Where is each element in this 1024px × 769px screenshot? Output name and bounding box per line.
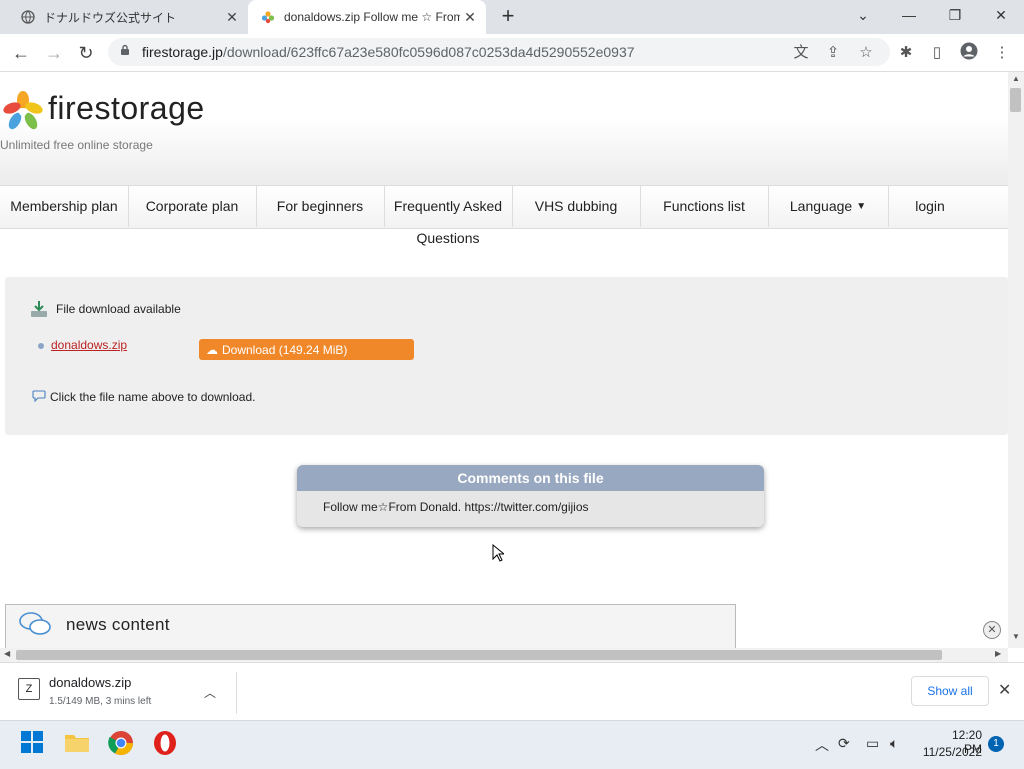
page-viewport: firestorage Unlimited free online storag…	[0, 72, 1008, 648]
cloud-download-icon: ☁	[206, 342, 218, 357]
nav-language-dropdown[interactable]: Language ▼	[768, 185, 889, 227]
url-text[interactable]: firestorage.jp/download/623ffc67a23e580f…	[142, 44, 635, 60]
comments-title: Comments on this file	[297, 465, 764, 491]
forward-icon[interactable]: →	[41, 40, 67, 66]
windows-start-icon[interactable]	[20, 730, 46, 756]
vertical-scroll-thumb[interactable]	[1010, 88, 1021, 112]
scroll-up-arrow-icon[interactable]: ▲	[1012, 74, 1020, 83]
tray-overflow-icon[interactable]: ︿	[815, 735, 829, 755]
site-tagline: Unlimited free online storage	[0, 138, 153, 152]
profile-icon[interactable]	[958, 42, 980, 64]
horizontal-scroll-thumb[interactable]	[16, 650, 942, 660]
new-tab-icon[interactable]: +	[496, 5, 520, 29]
close-window-icon[interactable]: ✕	[978, 0, 1024, 30]
side-panel-icon[interactable]: ▯	[926, 42, 948, 64]
back-icon[interactable]: ←	[8, 40, 34, 66]
tab-search-icon[interactable]: ⌄	[840, 0, 886, 30]
file-name-link[interactable]: donaldows.zip	[51, 338, 127, 352]
extensions-icon[interactable]: ✱	[895, 42, 917, 64]
chevron-down-icon: ▼	[856, 200, 867, 212]
scroll-down-arrow-icon[interactable]: ▼	[1012, 632, 1020, 641]
minimize-icon[interactable]: —	[886, 0, 932, 30]
news-title: news content	[66, 615, 170, 634]
site-header	[0, 72, 1008, 185]
chrome-icon[interactable]	[108, 730, 134, 756]
close-circle-icon[interactable]: ✕	[983, 621, 1001, 639]
site-logo-text[interactable]: firestorage	[48, 90, 205, 127]
network-icon[interactable]: ▭	[866, 735, 879, 752]
comments-body: Follow me☆From Donald. https://twitter.c…	[323, 500, 589, 514]
chat-bubbles-icon	[18, 610, 52, 638]
nav-faq[interactable]: Frequently Asked	[384, 185, 513, 227]
vertical-scrollbar[interactable]	[1008, 72, 1024, 648]
sync-icon[interactable]: ⟳	[838, 735, 850, 752]
tab-close-icon[interactable]: ✕	[460, 9, 480, 26]
notification-badge[interactable]: 1	[988, 736, 1004, 752]
tab-title: ドナルドウズ公式サイト	[44, 10, 177, 25]
show-all-button[interactable]: Show all	[911, 676, 989, 706]
comments-box: Comments on this file Follow me☆From Don…	[297, 465, 764, 527]
clock-date[interactable]: 11/25/2022	[918, 745, 982, 759]
globe-icon	[20, 9, 36, 25]
shelf-filename[interactable]: donaldows.zip	[49, 675, 131, 690]
translate-icon[interactable]: 文	[790, 42, 812, 64]
zip-file-icon[interactable]: Z	[18, 678, 40, 700]
download-status: File download available	[56, 302, 181, 316]
download-tray-icon	[30, 300, 48, 318]
download-shelf	[0, 662, 1024, 721]
download-panel	[5, 277, 1008, 435]
nav-corporate-plan[interactable]: Corporate plan	[128, 185, 257, 227]
share-icon[interactable]: ⇪	[822, 42, 844, 64]
tab-title: donaldows.zip Follow me ☆ From	[284, 10, 460, 24]
shelf-download-status: 1.5/149 MB, 3 mins left	[49, 696, 152, 707]
reload-icon[interactable]: ↻	[73, 40, 99, 66]
tab-firestorage[interactable]: donaldows.zip Follow me ☆ From ✕	[248, 0, 486, 34]
url-path: /download/623ffc67a23e580fc0596d087c0253…	[222, 44, 635, 60]
download-button[interactable]: ☁ Download (149.24 MiB)	[199, 339, 414, 360]
speech-bubble-icon	[32, 390, 46, 403]
close-shelf-icon[interactable]: ✕	[998, 680, 1011, 700]
nav-login[interactable]: login	[888, 185, 972, 227]
bookmark-star-icon[interactable]: ☆	[855, 42, 877, 64]
nav-membership-plan[interactable]: Membership plan	[0, 185, 129, 227]
scroll-right-arrow-icon[interactable]: ▶	[995, 649, 1001, 658]
chevron-up-icon[interactable]: ︿	[204, 684, 216, 701]
nav-language-label: Language	[789, 198, 853, 214]
firestorage-logo-icon[interactable]	[2, 90, 44, 132]
nav-functions-list[interactable]: Functions list	[640, 185, 769, 227]
download-button-label: Download (149.24 MiB)	[222, 342, 348, 357]
nav-faq-line2[interactable]: Questions	[384, 230, 512, 246]
nav-for-beginners[interactable]: For beginners	[256, 185, 385, 227]
file-explorer-icon[interactable]	[64, 730, 90, 756]
url-host: firestorage.jp	[142, 44, 223, 60]
tab-close-icon[interactable]: ✕	[222, 9, 242, 26]
firestorage-favicon	[260, 9, 276, 25]
mouse-cursor-icon	[492, 543, 506, 565]
restore-icon[interactable]: ❐	[932, 0, 978, 30]
tab-official-site[interactable]: ドナルドウズ公式サイト ✕	[8, 0, 248, 34]
file-bullet-icon	[38, 343, 44, 349]
menu-kebab-icon[interactable]: ⋮	[991, 42, 1013, 64]
download-hint: Click the file name above to download.	[50, 390, 256, 404]
volume-icon[interactable]: 🔈︎	[890, 735, 898, 752]
opera-icon[interactable]	[152, 730, 178, 756]
nav-vhs-dubbing[interactable]: VHS dubbing	[512, 185, 641, 227]
shelf-divider	[236, 672, 237, 714]
scroll-left-arrow-icon[interactable]: ◀	[4, 649, 10, 658]
lock-icon[interactable]	[120, 44, 130, 59]
